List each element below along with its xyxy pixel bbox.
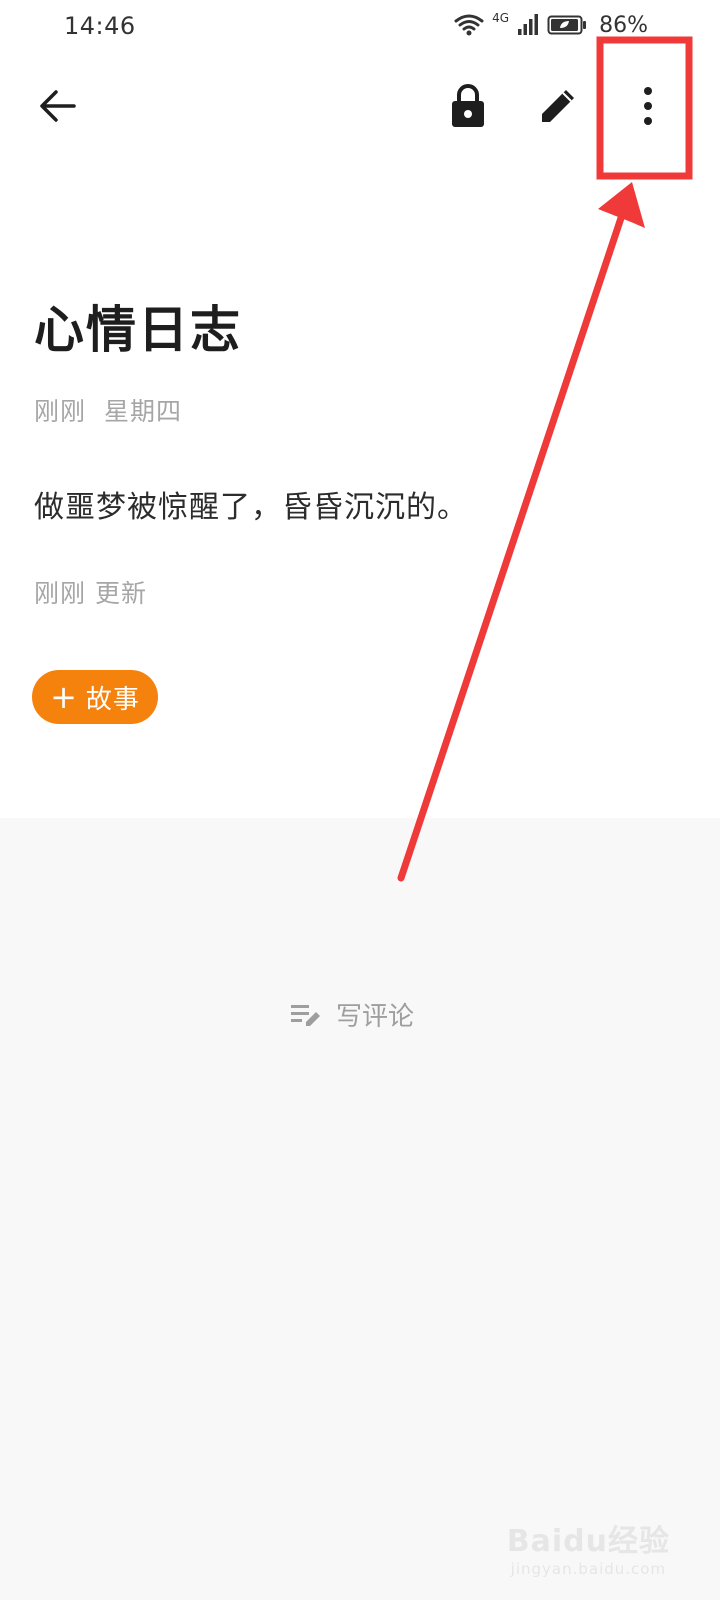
- more-options-button[interactable]: [612, 70, 684, 142]
- arrow-left-icon: [40, 90, 76, 122]
- add-story-button[interactable]: + 故事: [32, 670, 158, 724]
- status-time: 14:46: [64, 12, 136, 40]
- top-toolbar: [0, 60, 720, 156]
- status-bar: 14:46 4G 86%: [0, 0, 720, 52]
- lock-icon: [452, 84, 484, 127]
- watermark-main: Baidu经验: [506, 1524, 670, 1559]
- pencil-icon: [542, 90, 574, 122]
- page-title: 心情日志: [34, 301, 242, 359]
- write-comment-icon: [291, 1004, 320, 1026]
- entry-body: 做噩梦被惊醒了，昏昏沉沉的。: [34, 490, 468, 525]
- wifi-icon: [454, 14, 484, 36]
- entry-time: 刚刚: [34, 397, 87, 426]
- signal-icon: [518, 14, 539, 35]
- network-type: 4G: [492, 11, 510, 25]
- status-icons: 4G 86%: [454, 10, 648, 40]
- battery-level: 86%: [599, 12, 648, 38]
- entry-weekday: 星期四: [104, 397, 183, 426]
- write-comment-button[interactable]: 写评论: [290, 996, 414, 1033]
- edit-button[interactable]: [522, 70, 594, 142]
- write-comment-label: 写评论: [336, 1002, 415, 1032]
- back-button[interactable]: [22, 70, 94, 142]
- entry-meta: 刚刚 星期四: [34, 392, 182, 428]
- annotation-arrow-line: [397, 211, 626, 882]
- entry-updated: 刚刚 更新: [34, 579, 147, 608]
- add-story-label: 故事: [85, 684, 140, 715]
- battery-icon: [547, 15, 587, 35]
- plus-icon: +: [50, 678, 78, 716]
- comment-section: 写评论: [0, 818, 720, 1600]
- watermark-logo: Baidu经验 jingyan.baidu.com: [507, 1516, 670, 1578]
- annotation-arrow-head: [598, 182, 645, 228]
- watermark-sub: jingyan.baidu.com: [510, 1560, 667, 1578]
- lock-button[interactable]: [432, 70, 504, 142]
- more-vertical-icon: [644, 87, 652, 125]
